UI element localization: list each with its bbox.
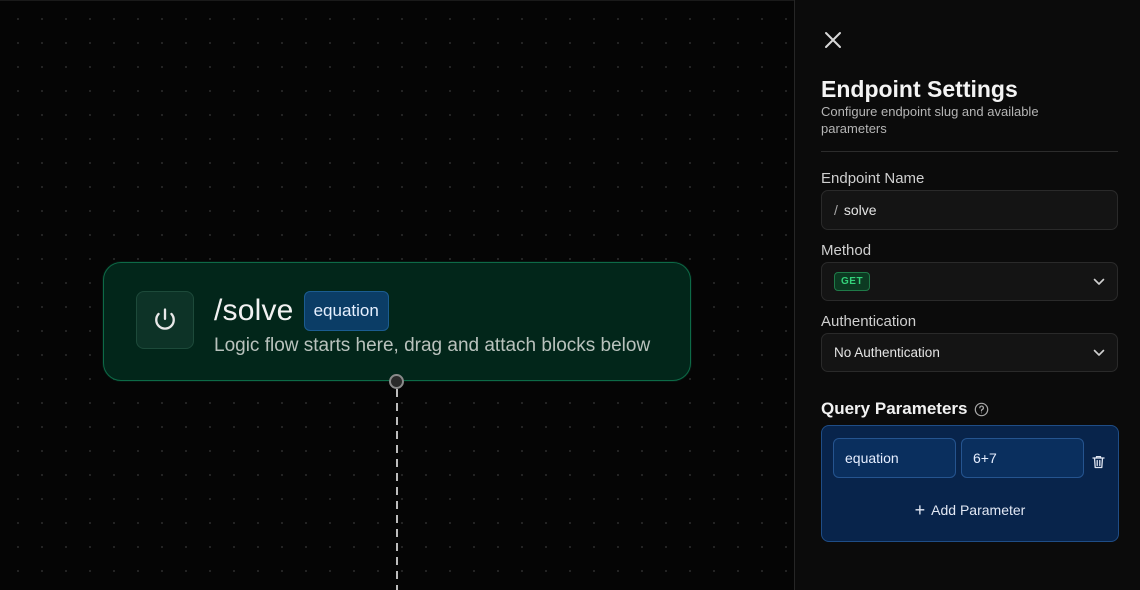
authentication-select[interactable]: No Authentication [821,333,1118,372]
connector-line [396,389,398,590]
endpoint-start-node[interactable]: /solve equation Logic flow starts here, … [103,262,691,381]
method-label: Method [821,242,872,259]
node-description: Logic flow starts here, drag and attach … [214,335,651,356]
authentication-label: Authentication [821,313,917,330]
close-icon [825,32,841,48]
chevron-down-icon [1093,349,1105,357]
endpoint-name-input[interactable] [843,202,1084,218]
plus-icon: + [914,500,926,520]
flow-canvas[interactable]: /solve equation Logic flow starts here, … [0,0,794,590]
slug-prefix: / [834,202,838,218]
panel-subtitle: Configure endpoint slug and available pa… [821,104,1039,136]
param-value-input[interactable]: 6+7 [961,438,1084,478]
query-parameters-title: Query Parameters [821,399,989,419]
delete-parameter-button[interactable] [1090,454,1106,470]
authentication-value: No Authentication [834,345,940,360]
add-parameter-button[interactable]: + Add Parameter [822,500,1118,520]
endpoint-settings-panel: Endpoint Settings Configure endpoint slu… [794,0,1140,590]
node-param-badge: equation [303,291,389,331]
endpoint-name-field[interactable]: / [821,190,1118,230]
panel-title: Endpoint Settings [821,76,1018,102]
power-icon [136,291,194,349]
divider [821,151,1118,152]
chevron-down-icon [1093,278,1105,286]
trash-icon [1091,455,1105,469]
app-root: /solve equation Logic flow starts here, … [0,0,1140,590]
node-title-row: /solve equation [214,291,389,331]
query-parameters-label: Query Parameters [821,399,968,418]
query-parameters-box: equation 6+7 + Add Parameter [821,425,1119,542]
method-select[interactable]: GET [821,262,1118,301]
add-parameter-label: Add Parameter [931,502,1026,518]
node-output-handle[interactable] [389,374,404,389]
method-badge: GET [834,272,871,291]
close-button[interactable] [821,28,845,52]
param-name-input[interactable]: equation [833,438,956,478]
endpoint-name-label: Endpoint Name [821,170,925,187]
node-title: /solve [214,294,294,327]
question-circle-icon[interactable] [974,402,989,417]
